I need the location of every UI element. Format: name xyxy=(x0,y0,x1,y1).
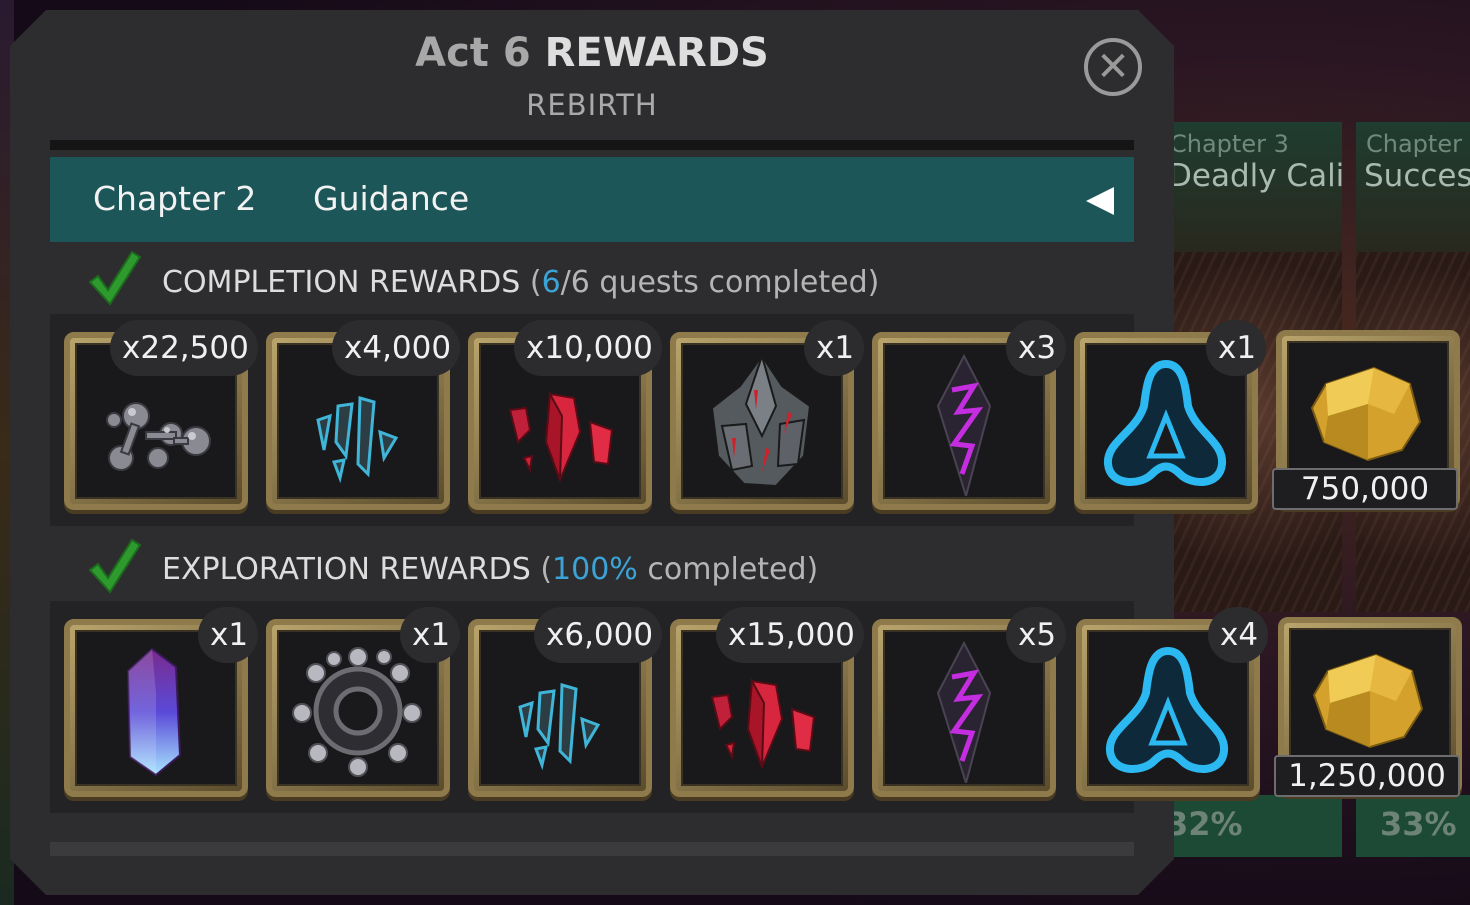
chapter-4-progress: 33% xyxy=(1356,795,1470,857)
reward-quantity: x4,000 xyxy=(332,320,460,376)
divider xyxy=(50,140,1134,150)
exploration-rewards-label: EXPLORATION REWARDS xyxy=(162,552,531,587)
purple-sigil-crystal-icon xyxy=(936,353,992,496)
reward-item[interactable]: x22,500 xyxy=(64,320,258,510)
exploration-paren: ( xyxy=(540,552,553,587)
checkmark-icon xyxy=(88,538,142,594)
chapter-3-progress: 32% xyxy=(1160,795,1342,857)
exploration-completed: completed) xyxy=(647,552,819,587)
modal-subtitle: REBIRTH xyxy=(526,88,658,122)
completion-paren: ( xyxy=(529,265,542,300)
close-button[interactable]: ✕ xyxy=(1084,38,1142,96)
reward-item[interactable]: x3 xyxy=(872,320,1066,510)
prismatic-crystal-icon xyxy=(126,647,182,777)
purple-sigil-crystal-icon xyxy=(936,640,992,783)
gold-amount: 750,000 xyxy=(1272,468,1458,510)
scroll-track xyxy=(50,842,1134,856)
rank-up-gem-icon xyxy=(710,352,812,488)
reward-item[interactable]: x1 xyxy=(64,607,258,797)
exploration-percent: 100% xyxy=(552,552,638,587)
reward-item[interactable]: 1,250,000 xyxy=(1274,617,1462,797)
reward-item[interactable]: x15,000 xyxy=(670,607,864,797)
reward-quantity: x1 xyxy=(198,607,258,663)
reward-quantity: x4 xyxy=(1208,607,1268,663)
reward-quantity: x6,000 xyxy=(534,607,662,663)
reward-item[interactable]: x6,000 xyxy=(468,607,662,797)
completion-done-count: 6 xyxy=(541,265,561,300)
chapter-3-progress-value: 32% xyxy=(1166,805,1243,843)
rank-catalyst-ball-icon xyxy=(292,647,422,777)
reward-quantity: x1 xyxy=(400,607,460,663)
reward-quantity: x22,500 xyxy=(110,320,258,376)
chapter-4-progress-value: 33% xyxy=(1380,805,1457,843)
reward-quantity: x1 xyxy=(804,320,864,376)
chapter-3-name: Deadly Caliber xyxy=(1168,158,1342,194)
checkmark-icon xyxy=(88,250,142,306)
reward-quantity: x5 xyxy=(1006,607,1066,663)
completion-slash: / xyxy=(560,265,571,300)
reward-quantity: x15,000 xyxy=(716,607,864,663)
modal-title: Act 6 REWARDS xyxy=(0,30,1184,76)
gold-amount: 1,250,000 xyxy=(1274,755,1460,797)
collapse-arrow-icon[interactable] xyxy=(1086,187,1114,215)
close-icon: ✕ xyxy=(1096,44,1130,90)
reward-item[interactable]: x4,000 xyxy=(266,320,460,510)
chapter-number: Chapter 2 xyxy=(93,179,257,218)
chapter-3-number: Chapter 3 xyxy=(1170,130,1289,158)
reward-quantity: x10,000 xyxy=(514,320,662,376)
reward-item[interactable]: x5 xyxy=(872,607,1066,797)
modal-title-rewards: REWARDS xyxy=(544,30,769,76)
reward-item[interactable]: x1 xyxy=(1074,320,1266,510)
chapter-4-name: Success xyxy=(1364,158,1470,194)
chapter-name: Guidance xyxy=(313,179,470,218)
exploration-rewards-heading: EXPLORATION REWARDS (100% completed) xyxy=(162,552,818,587)
completion-total: 6 quests completed) xyxy=(570,265,880,300)
reward-item[interactable]: 750,000 xyxy=(1272,330,1460,510)
reward-item[interactable]: x1 xyxy=(266,607,460,797)
modal-title-act: Act 6 xyxy=(415,30,531,76)
reward-item[interactable]: x1 xyxy=(670,320,864,510)
chapter-header[interactable]: Chapter 2 Guidance xyxy=(50,157,1134,242)
completion-rewards-label: COMPLETION REWARDS xyxy=(162,265,521,300)
completion-rewards-heading: COMPLETION REWARDS (6/6 quests completed… xyxy=(162,265,879,300)
reward-item[interactable]: x10,000 xyxy=(468,320,662,510)
reward-quantity: x1 xyxy=(1206,320,1266,376)
reward-item[interactable]: x4 xyxy=(1076,607,1268,797)
chapter-4-number: Chapter 4 xyxy=(1366,130,1470,158)
reward-quantity: x3 xyxy=(1006,320,1066,376)
